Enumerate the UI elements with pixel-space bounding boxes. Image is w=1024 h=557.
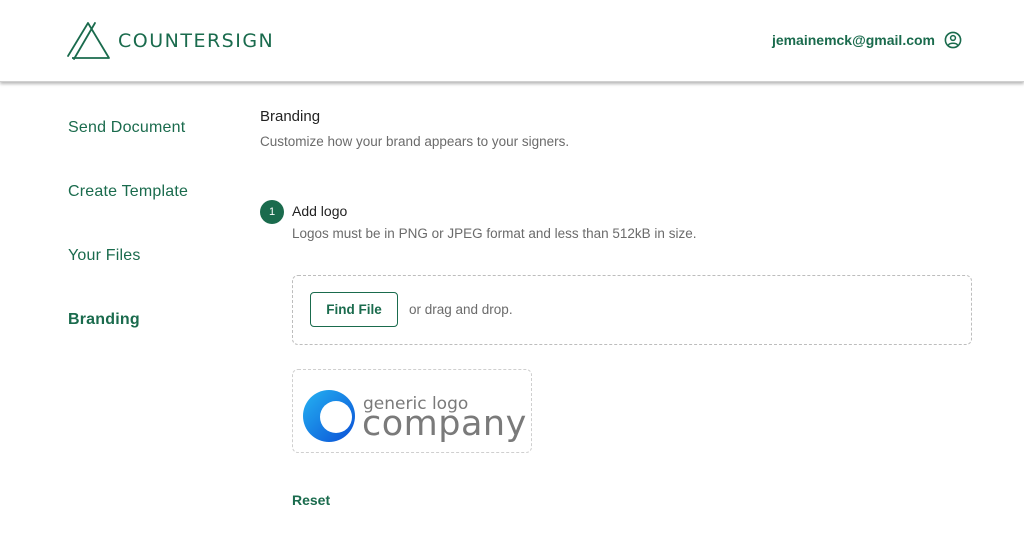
reset-link[interactable]: Reset: [292, 492, 330, 508]
countersign-logo-icon: [67, 22, 110, 60]
logo-dropzone[interactable]: Find File or drag and drop.: [292, 275, 972, 345]
sidebar-item-create-template[interactable]: Create Template: [68, 183, 188, 201]
find-file-button[interactable]: Find File: [310, 292, 398, 327]
step-title: Add logo: [292, 203, 348, 219]
sidebar-item-your-files[interactable]: Your Files: [68, 247, 141, 265]
logo-text-company: company: [362, 404, 527, 444]
page-subtitle: Customize how your brand appears to your…: [260, 134, 570, 149]
brand-name: COUNTERSIGN: [118, 30, 275, 52]
company-logo-swirl-icon: [303, 390, 355, 442]
top-bar: COUNTERSIGN jemainemck@gmail.com: [0, 0, 1024, 82]
account-email: jemainemck@gmail.com: [771, 32, 935, 48]
account-menu[interactable]: jemainemck@gmail.com: [772, 31, 962, 49]
user-circle-icon[interactable]: [944, 31, 962, 49]
page-title: Branding: [260, 108, 321, 125]
logo-preview: generic logo company: [292, 369, 532, 453]
drag-drop-hint: or drag and drop.: [409, 302, 513, 317]
sidebar-item-send-document[interactable]: Send Document: [68, 119, 185, 137]
brand-logo[interactable]: COUNTERSIGN: [66, 20, 274, 62]
step-number-badge: 1: [260, 200, 284, 224]
step-description: Logos must be in PNG or JPEG format and …: [292, 226, 697, 241]
sidebar-item-branding[interactable]: Branding: [68, 311, 140, 329]
